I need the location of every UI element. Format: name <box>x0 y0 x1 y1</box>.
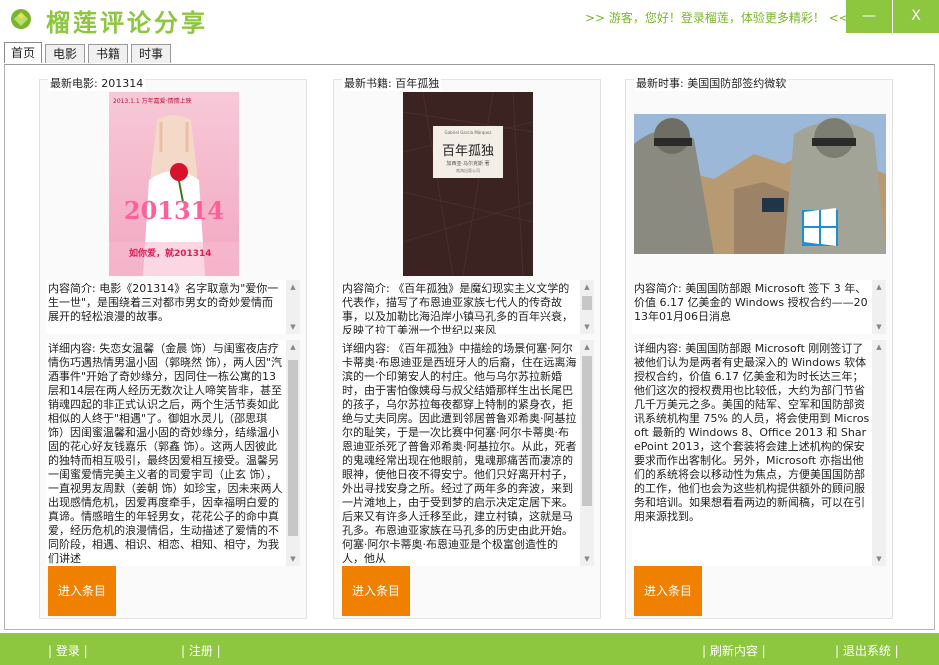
scroll-down-icon[interactable]: ▼ <box>580 552 594 566</box>
poster-tagline: 如你爱，就201314 <box>129 249 212 259</box>
scroll-down-icon[interactable]: ▼ <box>872 552 886 566</box>
scroll-down-icon[interactable]: ▼ <box>872 320 886 334</box>
book-cover-top-text: Gabriel García Márquez <box>444 130 492 135</box>
movie-detail-box[interactable]: 详细内容: 失恋女温馨（金晨 饰）与闺蜜夜店疗情伤巧遇热情男温小固（郭晓然 饰）… <box>46 340 300 566</box>
movie-enter-button[interactable]: 进入条目 <box>48 566 116 616</box>
book-panel: 最新书籍: 百年孤独 Gabriel García Márquez 百年孤独 加… <box>333 75 601 619</box>
news-summary: 内容简介: 美国国防部跟 Microsoft 签下 3 年、价值 6.17 亿美… <box>634 282 868 323</box>
book-enter-button[interactable]: 进入条目 <box>342 566 410 616</box>
poster-title: 201314 <box>123 196 225 225</box>
book-cover-publisher: 南海出版公司 <box>456 168 480 173</box>
news-summary-box[interactable]: 内容简介: 美国国防部跟 Microsoft 签下 3 年、价值 6.17 亿美… <box>632 280 886 334</box>
movie-summary-box[interactable]: 内容简介: 电影《201314》名字取意为"爱你一生一世"，是围绕着三对都市男女… <box>46 280 300 334</box>
movie-summary: 内容简介: 电影《201314》名字取意为"爱你一生一世"，是围绕着三对都市男女… <box>48 282 279 323</box>
scroll-up-icon[interactable]: ▲ <box>286 340 300 354</box>
book-detail: 详细内容: 《百年孤独》中描绘的场景何塞·阿尔卡蒂奥·布恩迪亚是西班牙人的后裔，… <box>342 342 577 565</box>
title-bar: 榴莲评论分享 >> 游客，您好！登录榴莲，体验更多精彩！ << — X <box>0 0 939 37</box>
book-summary-box[interactable]: 内容简介: 《百年孤独》是魔幻现实主义文学的代表作，描写了布恩迪亚家族七代人的传… <box>340 280 594 334</box>
tab-home[interactable]: 首页 <box>4 42 42 63</box>
news-photo-image <box>634 114 886 254</box>
movie-summary-scrollbar[interactable]: ▲ ▼ <box>286 280 300 334</box>
app-title: 榴莲评论分享 <box>46 8 208 37</box>
exit-link[interactable]: | 退出系统 | <box>835 642 899 659</box>
book-cover-author: 加西亚·马尔克斯 著 <box>446 161 490 167</box>
news-summary-scrollbar[interactable]: ▲ ▼ <box>872 280 886 334</box>
news-photo[interactable] <box>634 114 886 254</box>
close-button[interactable]: X <box>893 0 939 33</box>
guest-login-prompt[interactable]: >> 游客，您好！登录榴莲，体验更多精彩！ << <box>585 9 849 26</box>
scroll-up-icon[interactable]: ▲ <box>286 280 300 294</box>
tab-movies[interactable]: 电影 <box>45 44 85 63</box>
minimize-button[interactable]: — <box>846 0 892 33</box>
movie-panel: 最新电影: 201314 2013.1.1 万年嘉爱·情情上映 201314 F… <box>39 75 307 619</box>
book-cover-image <box>403 92 533 276</box>
scroll-down-icon[interactable]: ▼ <box>286 552 300 566</box>
durian-logo-icon <box>11 9 31 29</box>
movie-poster[interactable]: 2013.1.1 万年嘉爱·情情上映 201314 Forever Love 如… <box>109 92 239 276</box>
scroll-thumb[interactable] <box>288 360 298 536</box>
scroll-down-icon[interactable]: ▼ <box>580 320 594 334</box>
news-enter-button[interactable]: 进入条目 <box>634 566 702 616</box>
book-cover-title: 百年孤独 <box>441 144 494 159</box>
scroll-up-icon[interactable]: ▲ <box>580 340 594 354</box>
movie-detail-scrollbar[interactable]: ▲ ▼ <box>286 340 300 566</box>
tab-news[interactable]: 时事 <box>131 44 171 63</box>
movie-detail: 详细内容: 失恋女温馨（金晨 饰）与闺蜜夜店疗情伤巧遇热情男温小固（郭晓然 饰）… <box>48 342 283 565</box>
scroll-thumb[interactable] <box>582 296 592 310</box>
book-detail-scrollbar[interactable]: ▲ ▼ <box>580 340 594 566</box>
poster-subtitle: Forever Love <box>149 225 202 234</box>
login-link[interactable]: | 登录 | <box>48 642 88 659</box>
movie-heading: 最新电影: 201314 <box>48 75 146 91</box>
news-detail: 详细内容: 美国国防部跟 Microsoft 刚刚签订了被他们认为是两者有史最深… <box>634 342 870 523</box>
register-link[interactable]: | 注册 | <box>181 642 221 659</box>
tab-books[interactable]: 书籍 <box>88 44 128 63</box>
book-cover[interactable]: Gabriel García Márquez 百年孤独 加西亚·马尔克斯 著 南… <box>403 92 533 276</box>
book-summary-scrollbar[interactable]: ▲ ▼ <box>580 280 594 334</box>
scroll-up-icon[interactable]: ▲ <box>872 340 886 354</box>
book-heading: 最新书籍: 百年孤独 <box>342 75 442 91</box>
scroll-up-icon[interactable]: ▲ <box>580 280 594 294</box>
book-detail-box[interactable]: 详细内容: 《百年孤独》中描绘的场景何塞·阿尔卡蒂奥·布恩迪亚是西班牙人的后裔，… <box>340 340 594 566</box>
news-heading: 最新时事: 美国国防部签约微软 <box>634 75 789 91</box>
news-detail-box[interactable]: 详细内容: 美国国防部跟 Microsoft 刚刚签订了被他们认为是两者有史最深… <box>632 340 886 566</box>
news-panel: 最新时事: 美国国防部签约微软 内容简介: 美国国防部跟 Microsoft 签… <box>625 75 893 619</box>
news-detail-scrollbar[interactable]: ▲ ▼ <box>872 340 886 566</box>
scroll-up-icon[interactable]: ▲ <box>872 280 886 294</box>
poster-top-text: 2013.1.1 万年嘉爱·情情上映 <box>113 98 192 105</box>
home-tab-content: 最新电影: 201314 2013.1.1 万年嘉爱·情情上映 201314 F… <box>4 64 935 630</box>
scroll-down-icon[interactable]: ▼ <box>286 320 300 334</box>
book-summary: 内容简介: 《百年孤独》是魔幻现实主义文学的代表作，描写了布恩迪亚家族七代人的传… <box>342 282 573 334</box>
scroll-thumb[interactable] <box>582 356 592 506</box>
footer-bar: | 登录 | | 注册 | | 刷新内容 | | 退出系统 | <box>0 633 939 665</box>
refresh-link[interactable]: | 刷新内容 | <box>702 642 766 659</box>
